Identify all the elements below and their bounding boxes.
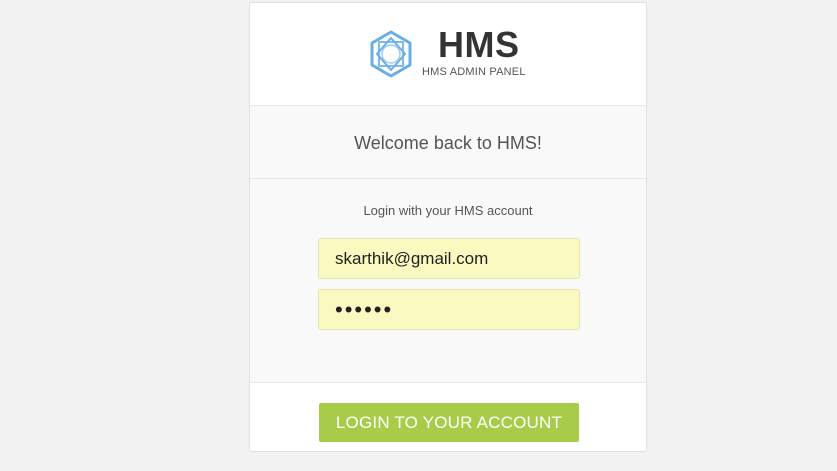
app-subtitle: HMS ADMIN PANEL — [422, 66, 526, 78]
welcome-banner: Welcome back to HMS! — [250, 106, 646, 179]
login-card: HMS HMS ADMIN PANEL Welcome back to HMS!… — [249, 2, 647, 452]
password-field[interactable] — [318, 289, 580, 330]
app-title: HMS — [438, 24, 520, 65]
hexagon-star-logo-icon — [366, 29, 416, 79]
login-caption: Login with your HMS account — [363, 203, 533, 218]
email-field[interactable] — [318, 238, 580, 279]
login-button[interactable]: LOGIN TO YOUR ACCOUNT — [319, 403, 579, 442]
login-form: Login with your HMS account — [250, 179, 646, 383]
logo-header: HMS HMS ADMIN PANEL — [250, 3, 646, 106]
login-footer: LOGIN TO YOUR ACCOUNT — [250, 383, 646, 451]
welcome-message: Welcome back to HMS! — [354, 133, 542, 153]
